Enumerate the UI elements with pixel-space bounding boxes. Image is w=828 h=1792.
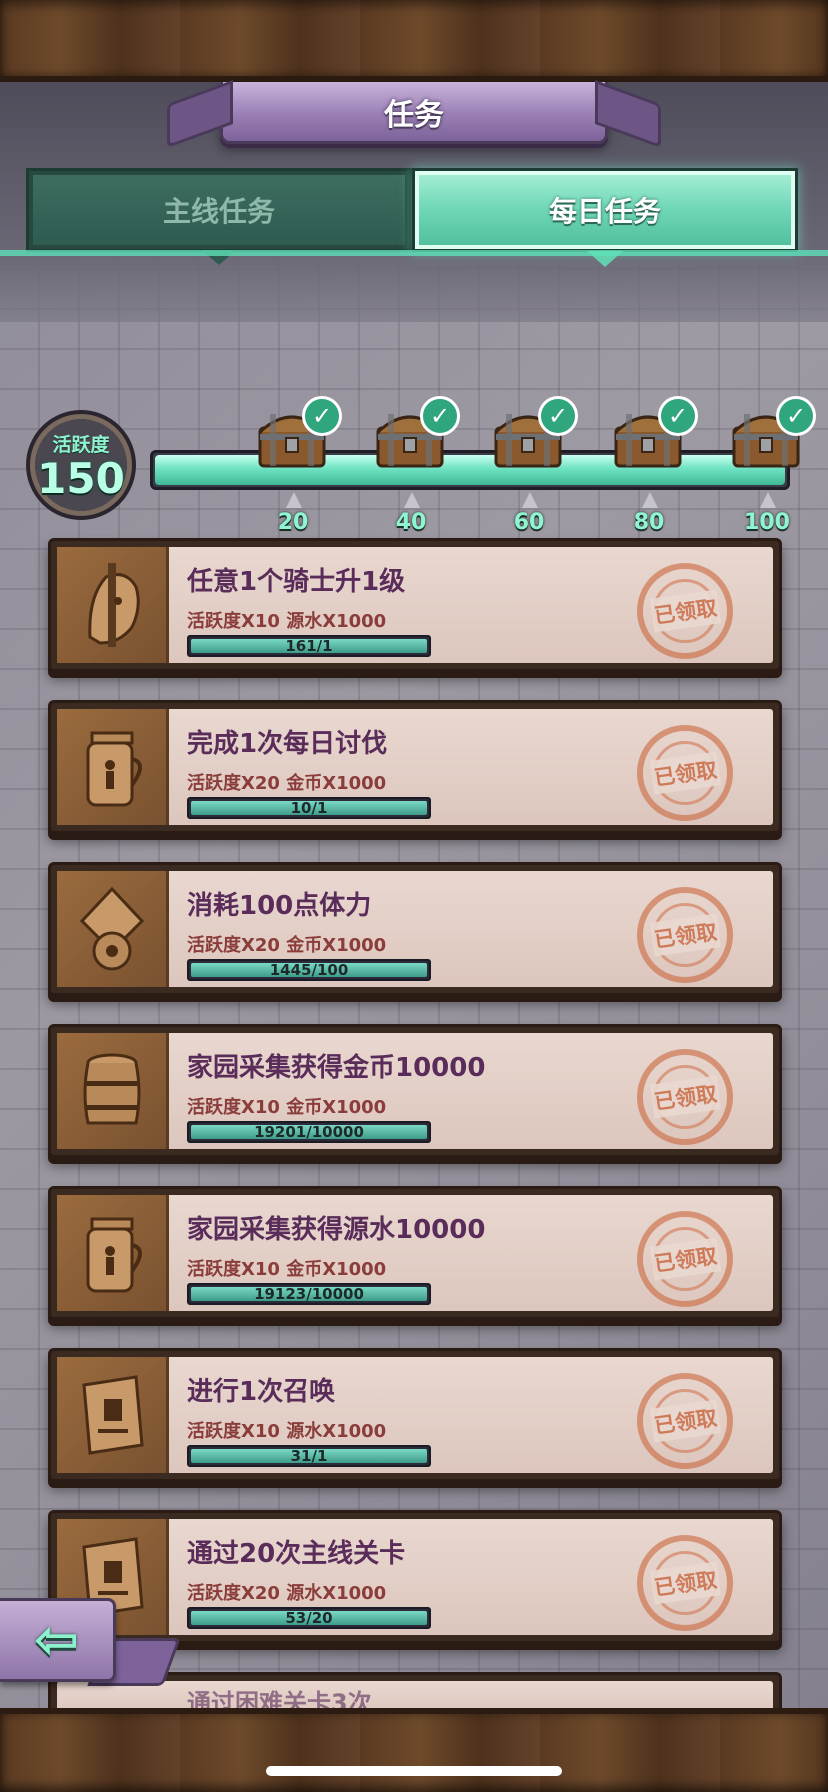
back-arrow-icon: ⇦ <box>33 1608 80 1671</box>
milestone-4[interactable]: ✓ 100 <box>722 396 816 535</box>
check-icon: ✓ <box>776 396 816 436</box>
claimed-stamp: 已领取 <box>637 1211 733 1307</box>
task-reward: 活跃度X20 金币X1000 <box>187 773 387 794</box>
task-reward: 活跃度X10 金币X1000 <box>187 1259 387 1280</box>
task-card-body: 消耗100点体力活跃度X20 金币X1000 1445/100 已领取 <box>57 871 773 987</box>
page-title: 任务 <box>384 97 444 133</box>
tab-underline <box>0 250 828 256</box>
barrel-icon <box>57 1033 169 1149</box>
task-title: 通过20次主线关卡 <box>187 1539 406 1569</box>
task-card[interactable]: 进行1次召唤活跃度X10 源水X1000 31/1 已领取 <box>48 1348 782 1482</box>
milestone-label: 80 <box>633 510 665 535</box>
task-card[interactable]: 消耗100点体力活跃度X20 金币X1000 1445/100 已领取 <box>48 862 782 996</box>
milestone-pin <box>522 492 538 508</box>
task-card-body: 任意1个骑士升1级活跃度X10 源水X1000 161/1 已领取 <box>57 547 773 663</box>
task-card[interactable]: 家园采集获得金币10000 活跃度X10 金币X1000 19201/10000 已领… <box>48 1024 782 1158</box>
task-title: 通过困难关卡3次 <box>187 1689 372 1708</box>
milestone-label: 20 <box>277 510 309 535</box>
task-card-body: 家园采集获得源水10000 活跃度X10 金币X1000 19123/10000 已领… <box>57 1195 773 1311</box>
task-reward: 活跃度X10 源水X1000 <box>187 1421 387 1442</box>
task-title: 消耗100点体力 <box>187 891 372 921</box>
task-title: 任意1个骑士升1级 <box>187 567 406 597</box>
claimed-stamp-label: 已领取 <box>649 751 721 795</box>
title-banner: 任务 <box>220 82 608 144</box>
task-reward: 活跃度X10 金币X1000 <box>187 1097 387 1118</box>
potion-jar-icon <box>57 1195 169 1311</box>
claimed-stamp-label: 已领取 <box>649 1075 721 1119</box>
milestone-label: 100 <box>744 510 790 535</box>
task-card-body: 家园采集获得金币10000 活跃度X10 金币X1000 19201/10000 已领… <box>57 1033 773 1149</box>
claimed-stamp-label: 已领取 <box>649 913 721 957</box>
summon-scroll-icon <box>57 1357 169 1473</box>
milestone-3[interactable]: ✓ 80 <box>604 396 698 535</box>
tab-bar: 主线任务 每日任务 <box>26 168 798 267</box>
knight-portrait-icon <box>57 547 169 663</box>
claimed-stamp: 已领取 <box>637 563 733 659</box>
tab-main-quests-label: 主线任务 <box>162 195 275 228</box>
task-progress-text: 19201/10000 <box>254 1123 364 1141</box>
claimed-stamp-label: 已领取 <box>649 1561 721 1605</box>
task-progress-text: 161/1 <box>285 637 333 655</box>
top-wood-frame <box>0 0 828 82</box>
task-progress-text: 19123/10000 <box>254 1285 364 1303</box>
task-progress-text: 1445/100 <box>269 961 349 979</box>
task-reward: 活跃度X20 源水X1000 <box>187 1583 387 1604</box>
task-progress-bar: 1445/100 <box>187 959 431 981</box>
task-progress-bar: 31/1 <box>187 1445 431 1467</box>
task-title: 家园采集获得金币10000 <box>187 1053 486 1083</box>
milestone-label: 60 <box>513 510 545 535</box>
tab-main-quests[interactable]: 主线任务 <box>26 168 412 265</box>
task-progress-bar: 19123/10000 <box>187 1283 431 1305</box>
milestone-1[interactable]: ✓ 40 <box>366 396 460 535</box>
task-title: 完成1次每日讨伐 <box>187 729 388 759</box>
task-card-body: 进行1次召唤活跃度X10 源水X1000 31/1 已领取 <box>57 1357 773 1473</box>
task-progress-text: 31/1 <box>290 1447 328 1465</box>
back-flag: ⇦ <box>0 1598 116 1682</box>
activity-badge: 活跃度 150 <box>26 410 136 520</box>
activity-label: 活跃度 <box>52 433 110 456</box>
home-indicator[interactable] <box>266 1766 562 1776</box>
check-icon: ✓ <box>658 396 698 436</box>
tab-daily-quests-label: 每日任务 <box>548 195 661 228</box>
check-icon: ✓ <box>302 396 342 436</box>
claimed-stamp-label: 已领取 <box>649 589 721 633</box>
task-card[interactable]: 任意1个骑士升1级活跃度X10 源水X1000 161/1 已领取 <box>48 538 782 672</box>
milestone-0[interactable]: ✓ 20 <box>248 396 342 535</box>
task-progress-bar: 19201/10000 <box>187 1121 431 1143</box>
check-icon: ✓ <box>420 396 460 436</box>
claimed-stamp: 已领取 <box>637 887 733 983</box>
claimed-stamp-label: 已领取 <box>649 1237 721 1281</box>
task-title: 进行1次召唤 <box>187 1377 336 1407</box>
task-card[interactable]: 家园采集获得源水10000 活跃度X10 金币X1000 19123/10000 已领… <box>48 1186 782 1320</box>
claimed-stamp: 已领取 <box>637 1049 733 1145</box>
task-card[interactable]: 完成1次每日讨伐活跃度X20 金币X1000 10/1 已领取 <box>48 700 782 834</box>
bottom-wood-frame <box>0 1708 828 1792</box>
task-title: 家园采集获得源水10000 <box>187 1215 486 1245</box>
milestone-pin <box>404 492 420 508</box>
task-card-body: 完成1次每日讨伐活跃度X20 金币X1000 10/1 已领取 <box>57 709 773 825</box>
potion-jar-icon <box>57 709 169 825</box>
check-icon: ✓ <box>538 396 578 436</box>
tab-daily-quests[interactable]: 每日任务 <box>412 168 798 267</box>
milestone-2[interactable]: ✓ 60 <box>484 396 578 535</box>
milestone-pin <box>286 492 302 508</box>
milestone-label: 40 <box>395 510 427 535</box>
task-progress-bar: 53/20 <box>187 1607 431 1629</box>
task-reward: 活跃度X20 金币X1000 <box>187 935 387 956</box>
task-progress-bar: 161/1 <box>187 635 431 657</box>
claimed-stamp: 已领取 <box>637 1535 733 1631</box>
claimed-stamp: 已领取 <box>637 1373 733 1469</box>
task-progress-bar: 10/1 <box>187 797 431 819</box>
milestone-pin <box>642 492 658 508</box>
task-reward: 活跃度X10 源水X1000 <box>187 611 387 632</box>
claimed-stamp: 已领取 <box>637 725 733 821</box>
activity-track <box>150 450 790 490</box>
milestone-pin <box>760 492 776 508</box>
activity-value: 150 <box>37 453 125 503</box>
machine-icon <box>57 871 169 987</box>
claimed-stamp-label: 已领取 <box>649 1399 721 1443</box>
task-progress-text: 10/1 <box>290 799 328 817</box>
back-button[interactable]: ⇦ <box>0 1598 181 1696</box>
task-progress-text: 53/20 <box>285 1609 333 1627</box>
